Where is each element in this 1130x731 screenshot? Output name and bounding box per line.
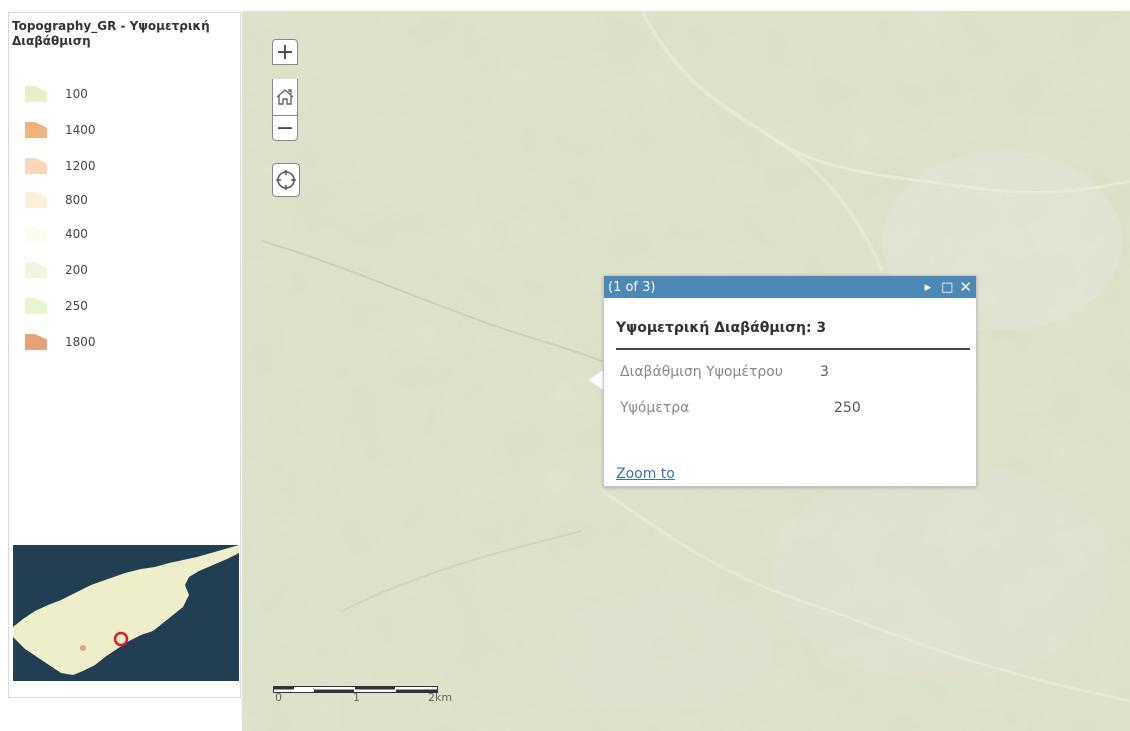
overview-map-graphic: [13, 545, 239, 675]
legend-label: 200: [65, 263, 88, 277]
scale-label: 0: [275, 691, 282, 704]
home-icon: [276, 89, 294, 105]
legend-panel: Topography_GR - Υψομετρική Διαβάθμιση 10…: [8, 12, 241, 698]
zoom-in-button[interactable]: +: [272, 39, 298, 65]
overview-map[interactable]: [13, 545, 239, 681]
popup-divider: [616, 348, 970, 350]
popup-counter: (1 of 3): [608, 279, 656, 295]
legend-swatch: [25, 192, 47, 208]
legend-item: 800: [25, 191, 88, 209]
next-feature-icon[interactable]: ▸: [925, 280, 932, 295]
locate-icon: [276, 170, 296, 190]
legend-swatch: [25, 298, 47, 314]
legend-item: 250: [25, 297, 88, 315]
legend-label: 1800: [65, 335, 96, 349]
legend-label: 1200: [65, 159, 96, 173]
legend-item: 400: [25, 225, 88, 243]
maximize-icon[interactable]: □: [941, 280, 953, 295]
legend-item: 1400: [25, 121, 96, 139]
legend-swatch: [25, 334, 47, 350]
popup-title: Υψομετρική Διαβάθμιση: 3: [616, 320, 827, 336]
island-shape: [13, 545, 239, 675]
legend-swatch: [25, 226, 47, 242]
legend-swatch: [25, 158, 47, 174]
legend-label: 250: [65, 299, 88, 313]
attribute-label: Διαβάθμιση Υψομέτρου: [620, 364, 783, 380]
legend-title: Topography_GR - Υψομετρική Διαβάθμιση: [12, 19, 210, 48]
scale-label: 1: [353, 691, 360, 704]
legend-swatch: [25, 86, 47, 102]
legend-item: 1800: [25, 333, 96, 351]
legend-swatch: [25, 122, 47, 138]
zoom-to-link[interactable]: Zoom to: [616, 466, 675, 482]
home-button[interactable]: [272, 79, 298, 115]
legend-swatch: [25, 262, 47, 278]
locate-button[interactable]: [272, 163, 300, 197]
attribute-value: 250: [834, 400, 861, 416]
legend-item: 100: [25, 85, 88, 103]
attribute-value: 3: [820, 364, 829, 380]
close-icon[interactable]: ✕: [959, 278, 972, 296]
legend-label: 400: [65, 227, 88, 241]
scale-label: 2km: [428, 691, 453, 704]
legend-label: 100: [65, 87, 88, 101]
legend-label: 800: [65, 193, 88, 207]
popup-pointer: [589, 370, 603, 390]
zoom-out-button[interactable]: −: [272, 115, 298, 141]
scale-bar: 0 1 2km: [273, 683, 452, 704]
elevation-spot: [80, 645, 86, 651]
feature-popup: (1 of 3) ▸ □ ✕ Υψομετρική Διαβάθμιση: 3 …: [603, 275, 977, 487]
legend-label: 1400: [65, 123, 96, 137]
popup-header: (1 of 3) ▸ □ ✕: [604, 276, 976, 298]
legend-item: 200: [25, 261, 88, 279]
legend-item: 1200: [25, 157, 96, 175]
attribute-label: Υψόμετρα: [620, 400, 690, 416]
